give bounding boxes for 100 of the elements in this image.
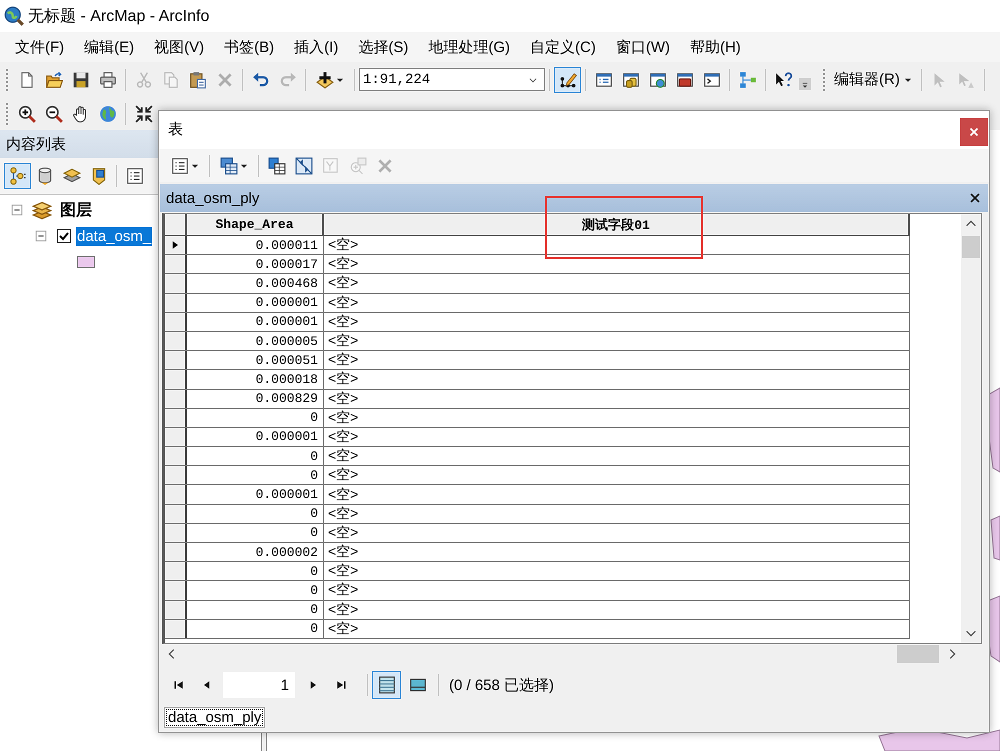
table-cell: 0.000001 <box>187 485 324 504</box>
table-cell: <空> <box>324 351 910 370</box>
row-selector[interactable] <box>165 332 187 350</box>
pencil-nodes-icon <box>558 70 576 88</box>
copy-icon <box>162 70 180 88</box>
row-selector[interactable] <box>165 370 187 388</box>
close-button[interactable] <box>960 118 988 146</box>
list-window-icon <box>594 70 612 88</box>
scale-combo-box[interactable]: 1:91,224 <box>359 68 545 91</box>
cylinders-window-icon <box>622 70 640 88</box>
table-cell: <空> <box>324 466 910 484</box>
table-cell: <空> <box>324 390 910 408</box>
row-selector[interactable] <box>165 390 187 408</box>
table-cell: 0 <box>187 524 324 542</box>
zoom-in-icon <box>18 104 36 122</box>
menu-item[interactable]: 文件(F) <box>5 36 74 58</box>
zoom-out-icon <box>44 104 62 122</box>
row-selector[interactable] <box>165 466 187 484</box>
record-field[interactable]: 1 <box>223 672 295 698</box>
close-icon[interactable] <box>968 191 982 205</box>
checkbox[interactable] <box>57 229 71 243</box>
table-cell: <空> <box>324 408 910 427</box>
table-square-icon <box>268 156 286 174</box>
first-record-icon[interactable] <box>173 679 185 691</box>
scrollbar-thumb[interactable] <box>897 645 939 663</box>
row-selector[interactable] <box>165 236 187 254</box>
last-record-icon[interactable] <box>335 679 347 691</box>
table-cell: 0.000051 <box>187 351 324 370</box>
table-cell: <空> <box>324 312 910 331</box>
menu-item[interactable]: 选择(S) <box>348 36 418 58</box>
globe-icon <box>98 104 116 122</box>
plus-diamond-icon <box>316 70 334 88</box>
menu-item[interactable]: 书签(B) <box>214 36 284 58</box>
row-selector[interactable] <box>165 428 187 446</box>
dots-tree-icon <box>8 167 26 185</box>
row-selector[interactable] <box>165 312 187 331</box>
open-folder-icon <box>44 70 62 88</box>
table-cell: 0.000002 <box>187 543 324 562</box>
table-cell: <空> <box>324 332 910 350</box>
printer-icon <box>98 70 116 88</box>
arrow-pointer-tag-icon <box>957 70 976 88</box>
list-by-drawing-order-button[interactable] <box>4 163 31 189</box>
grip-handle[interactable] <box>6 68 8 90</box>
menu-item[interactable]: 自定义(C) <box>520 36 606 58</box>
menu-item[interactable]: 窗口(W) <box>606 36 680 58</box>
table-cell: <空> <box>324 428 910 446</box>
pointer-question-icon <box>774 70 792 88</box>
table-cell: <空> <box>324 294 910 312</box>
grip-handle[interactable] <box>823 68 825 90</box>
table-cell: 0.000468 <box>187 274 324 293</box>
column-header[interactable]: 测试字段01 <box>324 214 910 235</box>
table-cell: 0 <box>187 620 324 638</box>
close-icon <box>967 125 981 139</box>
table-cell: <空> <box>324 600 910 619</box>
row-selector[interactable] <box>165 351 187 370</box>
collapse-icon[interactable] <box>10 203 24 217</box>
table-cell: 0.000005 <box>187 332 324 350</box>
editor-toolbar-button[interactable] <box>554 66 581 92</box>
row-selector[interactable] <box>165 255 187 274</box>
list-icon <box>170 156 188 174</box>
menu-item[interactable]: 帮助(H) <box>680 36 751 58</box>
row-selector[interactable] <box>165 543 187 562</box>
row-selector[interactable] <box>165 562 187 580</box>
layer-label[interactable]: data_osm_ <box>76 226 152 246</box>
menu-item[interactable]: 插入(I) <box>284 36 348 58</box>
row-selector[interactable] <box>165 581 187 600</box>
row-selector[interactable] <box>165 447 187 466</box>
table-tab[interactable]: data_osm_ply <box>164 707 266 728</box>
row-selector[interactable] <box>165 620 187 638</box>
scissors-icon <box>134 70 152 88</box>
table-cell: <空> <box>324 543 910 562</box>
redo-icon <box>278 70 296 88</box>
row-selector[interactable] <box>165 274 187 293</box>
table-cell: <空> <box>324 236 910 254</box>
row-selector[interactable] <box>165 485 187 504</box>
table-cell: 0 <box>187 447 324 466</box>
row-selector[interactable] <box>165 504 187 523</box>
table-cell: <空> <box>324 274 910 293</box>
arrows-inward-icon <box>134 104 152 122</box>
row-selector[interactable] <box>165 524 187 542</box>
table-cell: 0 <box>187 504 324 523</box>
collapse-icon[interactable] <box>34 229 48 243</box>
data-frame-label[interactable]: 图层 <box>58 198 94 222</box>
menu-item[interactable]: 地理处理(G) <box>418 36 520 58</box>
flowchart-icon <box>738 70 756 88</box>
scrollbar-thumb[interactable] <box>962 236 980 258</box>
vertical-scrollbar[interactable] <box>961 214 981 643</box>
show-all-records-button[interactable] <box>372 671 401 699</box>
table-cell: 0 <box>187 466 324 484</box>
editor-menu-button[interactable]: 编辑器(R) <box>830 66 917 92</box>
row-selector[interactable] <box>165 600 187 619</box>
table-cell: <空> <box>324 620 910 638</box>
row-selector[interactable] <box>165 294 187 312</box>
menu-item[interactable]: 编辑(E) <box>74 36 144 58</box>
menu-item[interactable]: 视图(V) <box>144 36 214 58</box>
grip-handle[interactable] <box>6 102 8 124</box>
table-cell: 0 <box>187 600 324 619</box>
column-header[interactable]: Shape_Area <box>187 214 324 235</box>
row-selector[interactable] <box>165 408 187 427</box>
table-name: data_osm_ply <box>166 190 260 206</box>
